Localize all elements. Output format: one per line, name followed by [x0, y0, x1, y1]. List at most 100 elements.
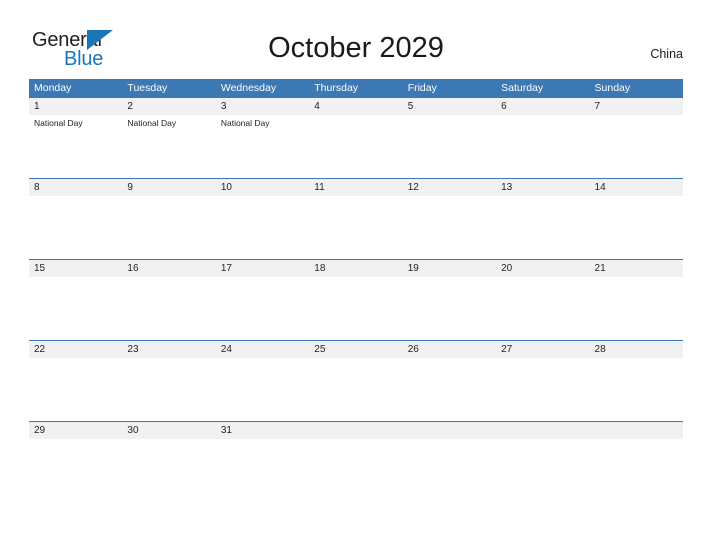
- day-number[interactable]: 18: [309, 260, 402, 277]
- week-event-band: National Day National Day National Day: [29, 115, 683, 178]
- calendar-week-row: 1 2 3 4 5 6 7 National Day National Day …: [29, 97, 683, 178]
- day-cell[interactable]: [403, 196, 496, 259]
- day-cell[interactable]: [216, 358, 309, 421]
- day-number[interactable]: 2: [122, 98, 215, 115]
- day-number[interactable]: 8: [29, 179, 122, 196]
- weekday-header-thursday: Thursday: [314, 82, 359, 94]
- day-number[interactable]: 5: [403, 98, 496, 115]
- day-cell[interactable]: [216, 277, 309, 340]
- day-cell[interactable]: [309, 115, 402, 178]
- day-number[interactable]: 20: [496, 260, 589, 277]
- week-event-band: [29, 439, 683, 502]
- day-cell[interactable]: National Day: [216, 115, 309, 178]
- day-cell[interactable]: [496, 358, 589, 421]
- weekday-header-wednesday: Wednesday: [220, 82, 277, 94]
- day-cell[interactable]: [122, 358, 215, 421]
- day-cell[interactable]: [403, 358, 496, 421]
- calendar-week-row: 29 30 31: [29, 421, 683, 502]
- day-cell[interactable]: [122, 277, 215, 340]
- weekday-header-tuesday: Tuesday: [127, 82, 168, 94]
- day-cell[interactable]: [496, 196, 589, 259]
- week-date-band: 1 2 3 4 5 6 7: [29, 97, 683, 115]
- day-cell[interactable]: [590, 196, 683, 259]
- day-number[interactable]: 26: [403, 341, 496, 358]
- week-date-band: 22 23 24 25 26 27 28: [29, 340, 683, 358]
- day-number[interactable]: 28: [590, 341, 683, 358]
- day-cell[interactable]: [29, 277, 122, 340]
- day-number[interactable]: 25: [309, 341, 402, 358]
- day-number[interactable]: 14: [590, 179, 683, 196]
- day-cell[interactable]: [216, 196, 309, 259]
- weekday-header-sunday: Sunday: [594, 82, 631, 94]
- day-cell[interactable]: National Day: [122, 115, 215, 178]
- day-number[interactable]: 30: [122, 422, 215, 439]
- weekday-header-row: Monday Tuesday Wednesday Thursday Friday…: [29, 79, 683, 97]
- day-number: [403, 422, 496, 439]
- day-number[interactable]: 3: [216, 98, 309, 115]
- day-cell: [309, 439, 402, 502]
- day-cell[interactable]: [122, 196, 215, 259]
- day-cell[interactable]: [496, 115, 589, 178]
- day-cell: [590, 439, 683, 502]
- day-number[interactable]: 15: [29, 260, 122, 277]
- day-cell[interactable]: [590, 115, 683, 178]
- event-label: National Day: [34, 118, 83, 128]
- day-number[interactable]: 7: [590, 98, 683, 115]
- day-number[interactable]: 21: [590, 260, 683, 277]
- weekday-header-friday: Friday: [407, 82, 437, 94]
- day-cell[interactable]: [29, 439, 122, 502]
- calendar-grid: Monday Tuesday Wednesday Thursday Friday…: [29, 79, 683, 502]
- day-cell[interactable]: [309, 277, 402, 340]
- page-header: General Blue October 2029 China: [0, 0, 712, 78]
- day-number[interactable]: 19: [403, 260, 496, 277]
- day-cell[interactable]: National Day: [29, 115, 122, 178]
- weekday-header-monday: Monday: [34, 82, 72, 94]
- day-number: [496, 422, 589, 439]
- event-label: National Day: [127, 118, 177, 128]
- day-cell[interactable]: [403, 277, 496, 340]
- day-cell[interactable]: [590, 277, 683, 340]
- day-cell[interactable]: [309, 358, 402, 421]
- day-number[interactable]: 31: [216, 422, 309, 439]
- day-cell: [403, 439, 496, 502]
- day-number[interactable]: 23: [122, 341, 215, 358]
- day-cell[interactable]: [403, 115, 496, 178]
- calendar-week-row: 22 23 24 25 26 27 28: [29, 340, 683, 421]
- day-number[interactable]: 9: [122, 179, 215, 196]
- day-cell[interactable]: [122, 439, 215, 502]
- day-number[interactable]: 1: [29, 98, 122, 115]
- week-event-band: [29, 196, 683, 259]
- weekday-header-saturday: Saturday: [501, 82, 544, 94]
- day-number[interactable]: 24: [216, 341, 309, 358]
- day-cell[interactable]: [309, 196, 402, 259]
- day-number[interactable]: 6: [496, 98, 589, 115]
- country-label: China: [650, 47, 683, 61]
- week-date-band: 29 30 31: [29, 421, 683, 439]
- page-title: October 2029: [268, 32, 444, 64]
- week-event-band: [29, 358, 683, 421]
- calendar-week-row: 15 16 17 18 19 20 21: [29, 259, 683, 340]
- day-cell[interactable]: [29, 358, 122, 421]
- week-event-band: [29, 277, 683, 340]
- week-date-band: 15 16 17 18 19 20 21: [29, 259, 683, 277]
- day-number[interactable]: 4: [309, 98, 402, 115]
- day-number[interactable]: 22: [29, 341, 122, 358]
- day-cell[interactable]: [496, 277, 589, 340]
- week-date-band: 8 9 10 11 12 13 14: [29, 178, 683, 196]
- day-number[interactable]: 12: [403, 179, 496, 196]
- day-cell[interactable]: [216, 439, 309, 502]
- day-number[interactable]: 16: [122, 260, 215, 277]
- day-cell[interactable]: [29, 196, 122, 259]
- day-cell[interactable]: [590, 358, 683, 421]
- calendar-page: General Blue October 2029 China Monday T…: [0, 0, 712, 550]
- day-number: [590, 422, 683, 439]
- day-number[interactable]: 27: [496, 341, 589, 358]
- day-number[interactable]: 13: [496, 179, 589, 196]
- day-number[interactable]: 11: [309, 179, 402, 196]
- day-number[interactable]: 10: [216, 179, 309, 196]
- day-number: [309, 422, 402, 439]
- day-number[interactable]: 17: [216, 260, 309, 277]
- day-cell: [496, 439, 589, 502]
- day-number[interactable]: 29: [29, 422, 122, 439]
- event-label: National Day: [220, 118, 270, 128]
